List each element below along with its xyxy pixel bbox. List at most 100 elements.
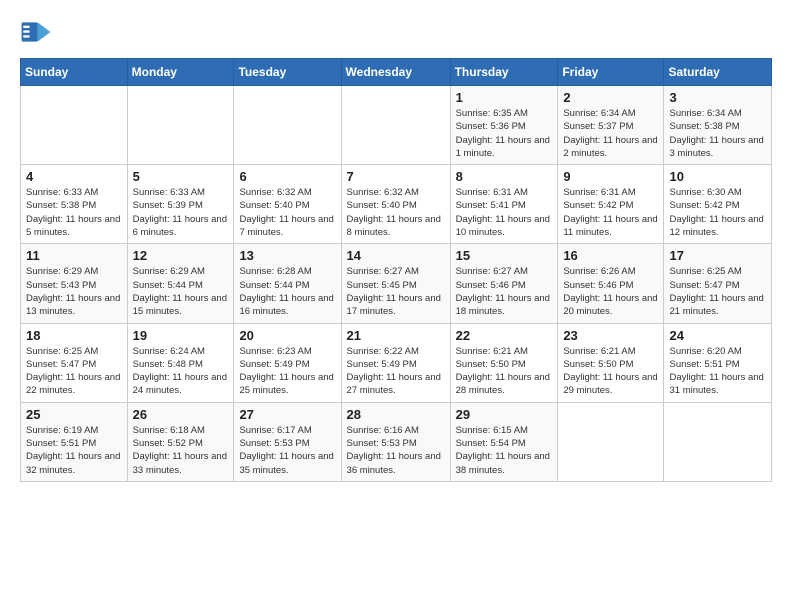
calendar-header-monday: Monday — [127, 59, 234, 86]
calendar-cell — [558, 402, 664, 481]
calendar-cell: 28 Sunrise: 6:16 AM Sunset: 5:53 PM Dayli… — [341, 402, 450, 481]
calendar-cell: 20 Sunrise: 6:23 AM Sunset: 5:49 PM Dayli… — [234, 323, 341, 402]
day-number: 5 — [133, 169, 229, 184]
day-number: 29 — [456, 407, 553, 422]
day-number: 2 — [563, 90, 658, 105]
day-number: 1 — [456, 90, 553, 105]
day-number: 9 — [563, 169, 658, 184]
logo — [20, 16, 56, 48]
day-info: Sunrise: 6:16 AM Sunset: 5:53 PM Dayligh… — [347, 424, 445, 477]
day-info: Sunrise: 6:31 AM Sunset: 5:41 PM Dayligh… — [456, 186, 553, 239]
day-number: 23 — [563, 328, 658, 343]
day-number: 27 — [239, 407, 335, 422]
calendar-cell — [234, 86, 341, 165]
day-number: 6 — [239, 169, 335, 184]
day-number: 18 — [26, 328, 122, 343]
day-number: 17 — [669, 248, 766, 263]
day-info: Sunrise: 6:24 AM Sunset: 5:48 PM Dayligh… — [133, 345, 229, 398]
calendar-cell — [341, 86, 450, 165]
day-info: Sunrise: 6:21 AM Sunset: 5:50 PM Dayligh… — [563, 345, 658, 398]
calendar-cell: 11 Sunrise: 6:29 AM Sunset: 5:43 PM Dayli… — [21, 244, 128, 323]
day-info: Sunrise: 6:27 AM Sunset: 5:45 PM Dayligh… — [347, 265, 445, 318]
day-info: Sunrise: 6:22 AM Sunset: 5:49 PM Dayligh… — [347, 345, 445, 398]
calendar-cell — [21, 86, 128, 165]
header — [20, 16, 772, 48]
page: SundayMondayTuesdayWednesdayThursdayFrid… — [0, 0, 792, 612]
day-info: Sunrise: 6:32 AM Sunset: 5:40 PM Dayligh… — [239, 186, 335, 239]
calendar-cell: 13 Sunrise: 6:28 AM Sunset: 5:44 PM Dayli… — [234, 244, 341, 323]
day-number: 20 — [239, 328, 335, 343]
day-info: Sunrise: 6:21 AM Sunset: 5:50 PM Dayligh… — [456, 345, 553, 398]
calendar-cell: 4 Sunrise: 6:33 AM Sunset: 5:38 PM Daylig… — [21, 165, 128, 244]
logo-icon — [20, 16, 52, 48]
day-number: 28 — [347, 407, 445, 422]
calendar-week-5: 25Sunrise: 6:19 AM Sunset: 5:51 PM Dayli… — [21, 402, 772, 481]
calendar-header-row: SundayMondayTuesdayWednesdayThursdayFrid… — [21, 59, 772, 86]
day-number: 21 — [347, 328, 445, 343]
calendar-cell: 26 Sunrise: 6:18 AM Sunset: 5:52 PM Dayli… — [127, 402, 234, 481]
calendar-cell: 27 Sunrise: 6:17 AM Sunset: 5:53 PM Dayli… — [234, 402, 341, 481]
day-number: 14 — [347, 248, 445, 263]
day-info: Sunrise: 6:33 AM Sunset: 5:38 PM Dayligh… — [26, 186, 122, 239]
calendar-cell: 14 Sunrise: 6:27 AM Sunset: 5:45 PM Dayli… — [341, 244, 450, 323]
day-number: 15 — [456, 248, 553, 263]
day-number: 22 — [456, 328, 553, 343]
day-info: Sunrise: 6:31 AM Sunset: 5:42 PM Dayligh… — [563, 186, 658, 239]
day-info: Sunrise: 6:23 AM Sunset: 5:49 PM Dayligh… — [239, 345, 335, 398]
calendar-cell: 8 Sunrise: 6:31 AM Sunset: 5:41 PM Daylig… — [450, 165, 558, 244]
calendar-header-thursday: Thursday — [450, 59, 558, 86]
day-number: 19 — [133, 328, 229, 343]
day-info: Sunrise: 6:32 AM Sunset: 5:40 PM Dayligh… — [347, 186, 445, 239]
day-number: 24 — [669, 328, 766, 343]
day-info: Sunrise: 6:15 AM Sunset: 5:54 PM Dayligh… — [456, 424, 553, 477]
day-number: 26 — [133, 407, 229, 422]
day-info: Sunrise: 6:25 AM Sunset: 5:47 PM Dayligh… — [669, 265, 766, 318]
day-number: 4 — [26, 169, 122, 184]
day-info: Sunrise: 6:29 AM Sunset: 5:43 PM Dayligh… — [26, 265, 122, 318]
calendar-cell: 1 Sunrise: 6:35 AM Sunset: 5:36 PM Daylig… — [450, 86, 558, 165]
day-number: 13 — [239, 248, 335, 263]
day-number: 8 — [456, 169, 553, 184]
calendar-week-3: 11 Sunrise: 6:29 AM Sunset: 5:43 PM Dayli… — [21, 244, 772, 323]
calendar-header-wednesday: Wednesday — [341, 59, 450, 86]
day-number: 16 — [563, 248, 658, 263]
calendar-week-2: 4 Sunrise: 6:33 AM Sunset: 5:38 PM Daylig… — [21, 165, 772, 244]
calendar-cell: 24 Sunrise: 6:20 AM Sunset: 5:51 PM Dayli… — [664, 323, 772, 402]
calendar-cell: 22 Sunrise: 6:21 AM Sunset: 5:50 PM Dayli… — [450, 323, 558, 402]
day-number: 11 — [26, 248, 122, 263]
day-info: Sunrise: 6:35 AM Sunset: 5:36 PM Dayligh… — [456, 107, 553, 160]
day-info: Sunrise: 6:34 AM Sunset: 5:38 PM Dayligh… — [669, 107, 766, 160]
calendar-cell: 9 Sunrise: 6:31 AM Sunset: 5:42 PM Daylig… — [558, 165, 664, 244]
calendar-cell: 2 Sunrise: 6:34 AM Sunset: 5:37 PM Daylig… — [558, 86, 664, 165]
calendar-cell: 29 Sunrise: 6:15 AM Sunset: 5:54 PM Dayli… — [450, 402, 558, 481]
day-info: Sunrise: 6:28 AM Sunset: 5:44 PM Dayligh… — [239, 265, 335, 318]
day-info: Sunrise: 6:17 AM Sunset: 5:53 PM Dayligh… — [239, 424, 335, 477]
day-info: Sunrise: 6:26 AM Sunset: 5:46 PM Dayligh… — [563, 265, 658, 318]
day-info: Sunrise: 6:20 AM Sunset: 5:51 PM Dayligh… — [669, 345, 766, 398]
calendar-week-4: 18Sunrise: 6:25 AM Sunset: 5:47 PM Dayli… — [21, 323, 772, 402]
day-info: Sunrise: 6:33 AM Sunset: 5:39 PM Dayligh… — [133, 186, 229, 239]
calendar-header-sunday: Sunday — [21, 59, 128, 86]
calendar-header-saturday: Saturday — [664, 59, 772, 86]
calendar-cell: 12Sunrise: 6:29 AM Sunset: 5:44 PM Dayli… — [127, 244, 234, 323]
calendar-cell — [664, 402, 772, 481]
day-number: 12 — [133, 248, 229, 263]
calendar-cell: 5 Sunrise: 6:33 AM Sunset: 5:39 PM Daylig… — [127, 165, 234, 244]
calendar-table: SundayMondayTuesdayWednesdayThursdayFrid… — [20, 58, 772, 482]
calendar-cell: 10 Sunrise: 6:30 AM Sunset: 5:42 PM Dayli… — [664, 165, 772, 244]
calendar-cell: 7 Sunrise: 6:32 AM Sunset: 5:40 PM Daylig… — [341, 165, 450, 244]
day-number: 7 — [347, 169, 445, 184]
calendar-cell: 19 Sunrise: 6:24 AM Sunset: 5:48 PM Dayli… — [127, 323, 234, 402]
calendar-cell: 18Sunrise: 6:25 AM Sunset: 5:47 PM Dayli… — [21, 323, 128, 402]
calendar-week-1: 1 Sunrise: 6:35 AM Sunset: 5:36 PM Daylig… — [21, 86, 772, 165]
calendar-header-friday: Friday — [558, 59, 664, 86]
day-number: 10 — [669, 169, 766, 184]
day-info: Sunrise: 6:18 AM Sunset: 5:52 PM Dayligh… — [133, 424, 229, 477]
day-info: Sunrise: 6:30 AM Sunset: 5:42 PM Dayligh… — [669, 186, 766, 239]
calendar-cell: 21 Sunrise: 6:22 AM Sunset: 5:49 PM Dayli… — [341, 323, 450, 402]
day-info: Sunrise: 6:34 AM Sunset: 5:37 PM Dayligh… — [563, 107, 658, 160]
calendar-cell — [127, 86, 234, 165]
day-info: Sunrise: 6:19 AM Sunset: 5:51 PM Dayligh… — [26, 424, 122, 477]
day-info: Sunrise: 6:27 AM Sunset: 5:46 PM Dayligh… — [456, 265, 553, 318]
calendar-header-tuesday: Tuesday — [234, 59, 341, 86]
